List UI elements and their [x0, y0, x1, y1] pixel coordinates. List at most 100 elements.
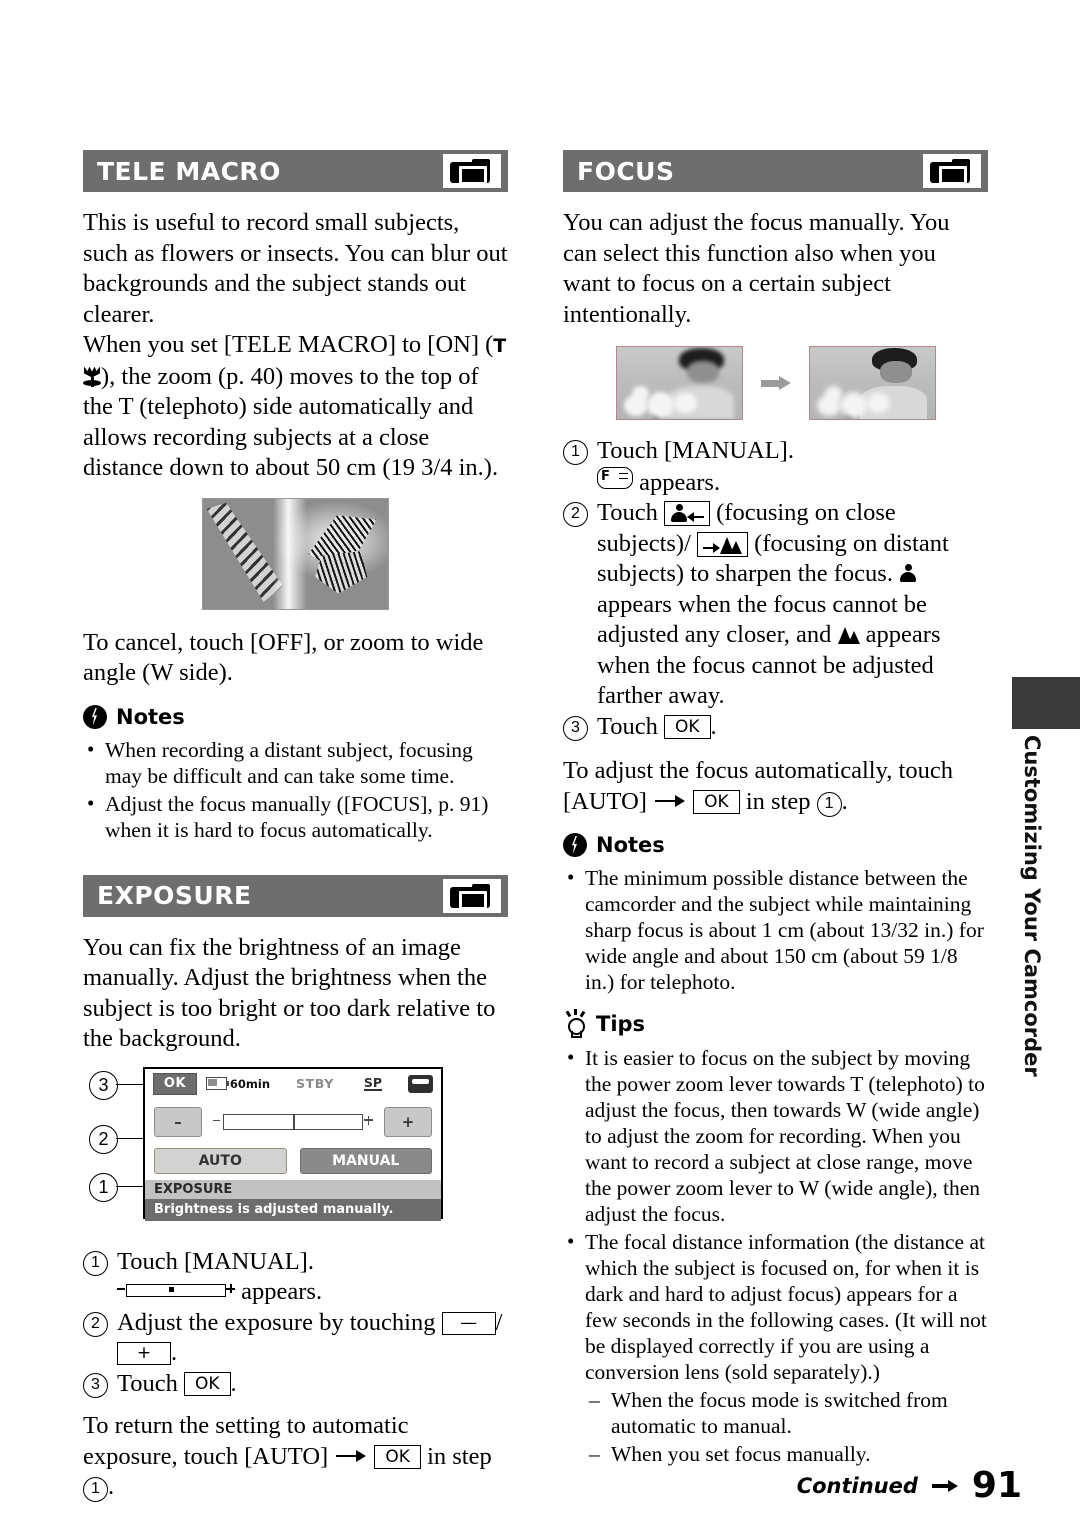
slider-minus-icon	[213, 1119, 220, 1122]
tele-macro-paragraph-2: When you set [TELE MACRO] to [ON] (T), t…	[83, 330, 508, 484]
battery-indicator: 60min	[205, 1077, 270, 1091]
step-number: 3	[83, 1372, 108, 1398]
step-3-period: .	[230, 1369, 237, 1397]
arrow-right-icon	[760, 376, 791, 390]
notes-icon	[563, 833, 587, 857]
focus-before-after-photos	[563, 346, 988, 420]
notes-heading-label: Notes	[596, 833, 665, 857]
list-item: When recording a distant subject, focusi…	[83, 736, 508, 789]
list-item: When you set focus manually.	[585, 1441, 988, 1467]
step-number: 2	[563, 502, 588, 527]
manual-focus-icon: F	[597, 466, 633, 489]
lightbulb-icon	[563, 1009, 587, 1038]
step-1: 1 Touch [MANUAL].	[563, 436, 988, 467]
step-2-period: .	[171, 1339, 178, 1366]
exposure-steps: 1 Touch [MANUAL].	[83, 1247, 508, 1278]
step-reference-number: 1	[83, 1477, 108, 1502]
tips-heading: Tips	[563, 1009, 988, 1038]
right-column: FOCUS You can adjust the focus manually.…	[563, 150, 988, 1469]
section-header-exposure: EXPOSURE	[83, 874, 508, 917]
ok-key-icon[interactable]: OK	[664, 714, 711, 739]
exposure-steps-2: 2 Adjust the exposure by touching — / +. …	[83, 1308, 508, 1400]
slider-plus-icon	[364, 1115, 373, 1125]
chapter-tab-label: Customizing Your Camcorder	[1012, 735, 1052, 1105]
arrow-right-icon	[931, 1480, 958, 1492]
near-focus-key-icon[interactable]	[664, 501, 711, 526]
exposure-return-b: in step	[427, 1442, 492, 1470]
lcd-auto-button[interactable]: AUTO	[154, 1147, 287, 1174]
callout-2: 2	[89, 1124, 118, 1154]
page-footer: Continued 91	[797, 1468, 1022, 1504]
lcd-mode-buttons: AUTO MANUAL	[145, 1147, 441, 1175]
focus-auto-text: To adjust the focus automatically, touch…	[563, 757, 953, 817]
list-item: It is easier to focus on the subject by …	[563, 1044, 988, 1227]
section-header-tele-macro: TELE MACRO	[83, 150, 508, 192]
step-3-b: .	[710, 712, 717, 740]
notes-heading-left: Notes	[83, 704, 508, 729]
plus-key-icon[interactable]: +	[117, 1342, 171, 1365]
tele-macro-p2-part-b: ), the zoom (p. 40) moves to the top of …	[83, 362, 499, 482]
step-1: 1 Touch [MANUAL].	[83, 1247, 508, 1278]
step-number: 2	[83, 1311, 108, 1337]
lcd-minus-button[interactable]: –	[154, 1106, 202, 1137]
focus-indicator-appears: F appears.	[563, 466, 988, 499]
tips-heading-label: Tips	[596, 1012, 646, 1036]
tele-macro-t-label: T	[493, 335, 507, 357]
step-text: Touch	[117, 1369, 185, 1397]
exposure-slider[interactable]	[213, 1113, 373, 1130]
list-item: When the focus mode is switched from aut…	[585, 1387, 988, 1439]
lcd-quality-label: SP	[363, 1075, 383, 1091]
cassette-icon	[408, 1074, 433, 1093]
page-number: 91	[971, 1465, 1022, 1506]
step-text: Adjust the exposure by touching	[117, 1308, 442, 1336]
focus-notes-list: The minimum possible distance between th…	[563, 864, 988, 995]
camcorder-icon	[916, 150, 988, 192]
tele-macro-notes-list: When recording a distant subject, focusi…	[83, 736, 508, 843]
focus-steps-1: 1 Touch [MANUAL].	[563, 436, 988, 467]
focus-steps-2: 2 Touch (focusing on close subjects)/ (f…	[563, 498, 988, 742]
step-2: 2 Touch (focusing on close subjects)/ (f…	[563, 498, 988, 712]
slider-track	[223, 1113, 363, 1130]
appears-label: appears.	[639, 468, 721, 496]
exposure-paragraph-1: You can fix the brightness of an image m…	[83, 933, 496, 1053]
list-item: The focal distance information (the dist…	[563, 1228, 988, 1467]
arrow-right-icon	[336, 1449, 367, 1462]
person-icon	[899, 564, 916, 583]
lcd-plus-button[interactable]: +	[384, 1106, 432, 1137]
arrow-right-icon	[655, 794, 686, 807]
arrow-right-icon	[703, 542, 721, 553]
manual-page: TELE MACRO This is useful to record smal…	[0, 0, 1080, 1534]
lcd-manual-button[interactable]: MANUAL	[299, 1147, 432, 1174]
tip-text: The focal distance information (the dist…	[585, 1230, 987, 1384]
section-title-tele-macro: TELE MACRO	[97, 156, 281, 186]
minus-key-icon[interactable]: —	[441, 1311, 496, 1335]
lcd-standby-label: STBY	[296, 1076, 334, 1091]
lcd-menu-title: EXPOSURE	[145, 1179, 441, 1199]
step-3: 3 Touch OK.	[83, 1369, 508, 1400]
exposure-return-text: To return the setting to automatic expos…	[83, 1412, 492, 1502]
lcd-status-row: OK 60min STBY SP	[145, 1069, 441, 1099]
exposure-slider-icon	[117, 1282, 235, 1297]
step-3-a: Touch	[597, 712, 665, 740]
ok-key-icon[interactable]: OK	[374, 1444, 421, 1469]
butterfly-photo	[83, 497, 508, 610]
lcd-ok-button[interactable]: OK	[153, 1072, 197, 1095]
tele-macro-paragraph-1: This is useful to record small subjects,…	[83, 209, 508, 328]
ok-key-icon[interactable]: OK	[693, 789, 740, 814]
slider-mark	[293, 1114, 295, 1129]
step-2-a: Touch	[597, 499, 665, 526]
far-focus-key-icon[interactable]	[697, 531, 749, 557]
lcd-status-message: Brightness is adjusted manually.	[145, 1198, 441, 1221]
ok-key-icon[interactable]: OK	[184, 1371, 231, 1396]
focus-tips-list: It is easier to focus on the subject by …	[563, 1044, 988, 1467]
focus-photo-after	[808, 346, 936, 420]
step-3: 3 Touch OK.	[563, 712, 988, 743]
mountain-icon	[720, 535, 743, 554]
list-item: The minimum possible distance between th…	[563, 864, 988, 995]
section-title-focus: FOCUS	[577, 156, 675, 186]
tulip-macro-icon	[83, 366, 101, 387]
focus-paragraph-1: You can adjust the focus manually. You c…	[563, 209, 950, 328]
list-item: Adjust the focus manually ([FOCUS], p. 9…	[83, 790, 508, 843]
lcd-adjust-row: – +	[145, 1099, 441, 1147]
callout-1: 1	[89, 1172, 118, 1202]
